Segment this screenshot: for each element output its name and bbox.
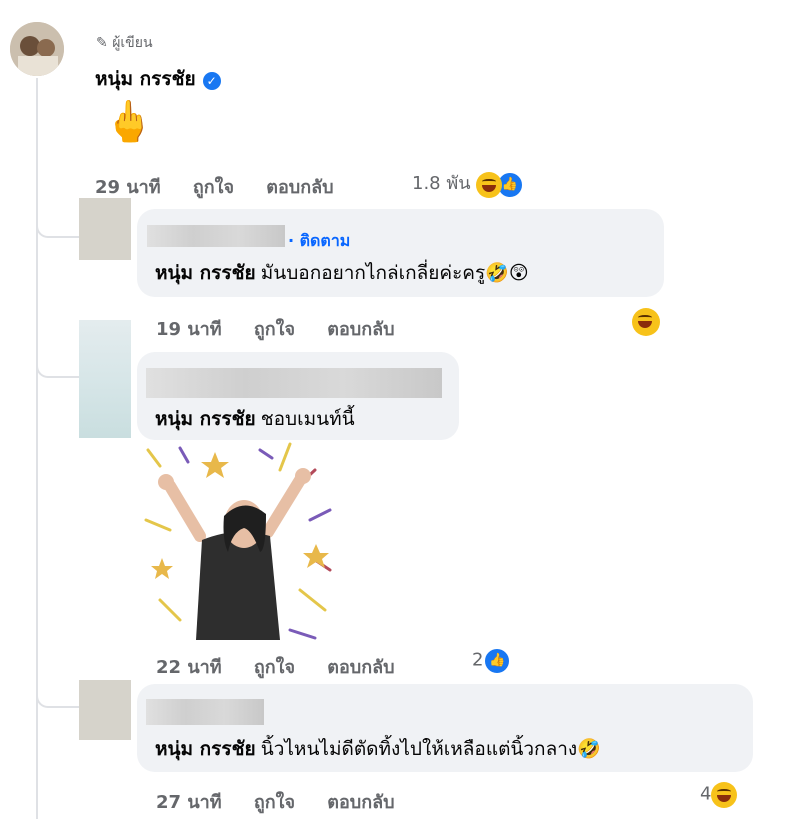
thread-connector — [36, 350, 82, 378]
reply-text: ชอบเมนท์นี้ — [260, 408, 355, 430]
author-avatar[interactable] — [10, 22, 64, 76]
haha-reaction-icon — [632, 308, 660, 336]
reply-text-row: หนุ่ม กรรชัย นิ้วไหนไม่ดีตัดทิ้งไปให้เหล… — [155, 734, 601, 764]
blurred-author-name[interactable] — [147, 225, 285, 247]
reply-text: นิ้วไหนไม่ดีตัดทิ้งไปให้เหลือแต่นิ้วกลาง… — [260, 738, 601, 760]
thread-connector — [36, 680, 82, 708]
like-button[interactable]: ถูกใจ — [254, 792, 295, 813]
reply-text-row: หนุ่ม กรรชัย ชอบเมนท์นี้ — [155, 404, 355, 434]
thread-line — [36, 78, 38, 819]
reaction-count: 1.8 พัน — [412, 173, 471, 194]
reply-text: มันบอกอยากไกล่เกลี่ยค่ะครู🤣😲 — [260, 262, 529, 284]
reply-button[interactable]: ตอบกลับ — [266, 177, 333, 198]
mention-link[interactable]: หนุ่ม กรรชัย — [155, 738, 256, 760]
author-badge: ✎ ผู้เขียน — [96, 32, 153, 54]
like-reaction-icon: 👍 — [483, 647, 512, 675]
haha-reaction-icon — [711, 782, 738, 808]
reply-avatar[interactable] — [79, 680, 131, 740]
mention-link[interactable]: หนุ่ม กรรชัย — [155, 408, 256, 430]
pencil-icon: ✎ — [96, 35, 108, 51]
reaction-summary[interactable]: 1.8 พัน 👍 — [412, 168, 524, 199]
thread-connector — [36, 210, 82, 238]
haha-reaction-icon — [475, 171, 502, 198]
celebrating-woman-sticker[interactable] — [140, 440, 336, 642]
reply-button[interactable]: ตอบกลับ — [327, 319, 394, 340]
author-name-row: หนุ่ม กรรชัย ✓ — [95, 64, 221, 94]
verified-check-icon: ✓ — [202, 71, 221, 90]
reaction-summary[interactable]: 2 👍 — [472, 647, 512, 675]
comment-time[interactable]: 29 นาที — [95, 177, 161, 198]
comment-actions: 29 นาที ถูกใจ ตอบกลับ — [95, 172, 360, 201]
reply-avatar[interactable] — [79, 320, 131, 438]
reply-button[interactable]: ตอบกลับ — [327, 657, 394, 678]
blurred-author-name[interactable] — [146, 699, 264, 725]
blurred-author-name[interactable] — [146, 368, 442, 398]
reply-text-row: หนุ่ม กรรชัย มันบอกอยากไกล่เกลี่ยค่ะครู🤣… — [155, 258, 529, 288]
author-badge-label: ผู้เขียน — [112, 35, 153, 51]
reply-time[interactable]: 22 นาที — [156, 657, 222, 678]
reply-actions: 22 นาที ถูกใจ ตอบกลับ — [156, 652, 421, 681]
reaction-summary[interactable]: 4 — [700, 782, 738, 808]
reply-actions: 19 นาที ถูกใจ ตอบกลับ — [156, 314, 421, 343]
reply-button[interactable]: ตอบกลับ — [327, 792, 394, 813]
reaction-count: 4 — [700, 783, 712, 805]
reply-time[interactable]: 19 นาที — [156, 319, 222, 340]
author-name[interactable]: หนุ่ม กรรชัย — [95, 68, 196, 90]
follow-button[interactable]: · ติดตาม — [288, 229, 350, 254]
comment-content-emoji: 🖕 — [104, 99, 154, 145]
like-button[interactable]: ถูกใจ — [254, 657, 295, 678]
like-button[interactable]: ถูกใจ — [254, 319, 295, 340]
reply-actions: 27 นาที ถูกใจ ตอบกลับ — [156, 787, 421, 816]
reaction-summary[interactable] — [632, 308, 660, 336]
like-button[interactable]: ถูกใจ — [193, 177, 234, 198]
mention-link[interactable]: หนุ่ม กรรชัย — [155, 262, 256, 284]
reaction-count: 2 — [472, 649, 484, 671]
reply-time[interactable]: 27 นาที — [156, 792, 222, 813]
reply-avatar[interactable] — [79, 198, 131, 260]
